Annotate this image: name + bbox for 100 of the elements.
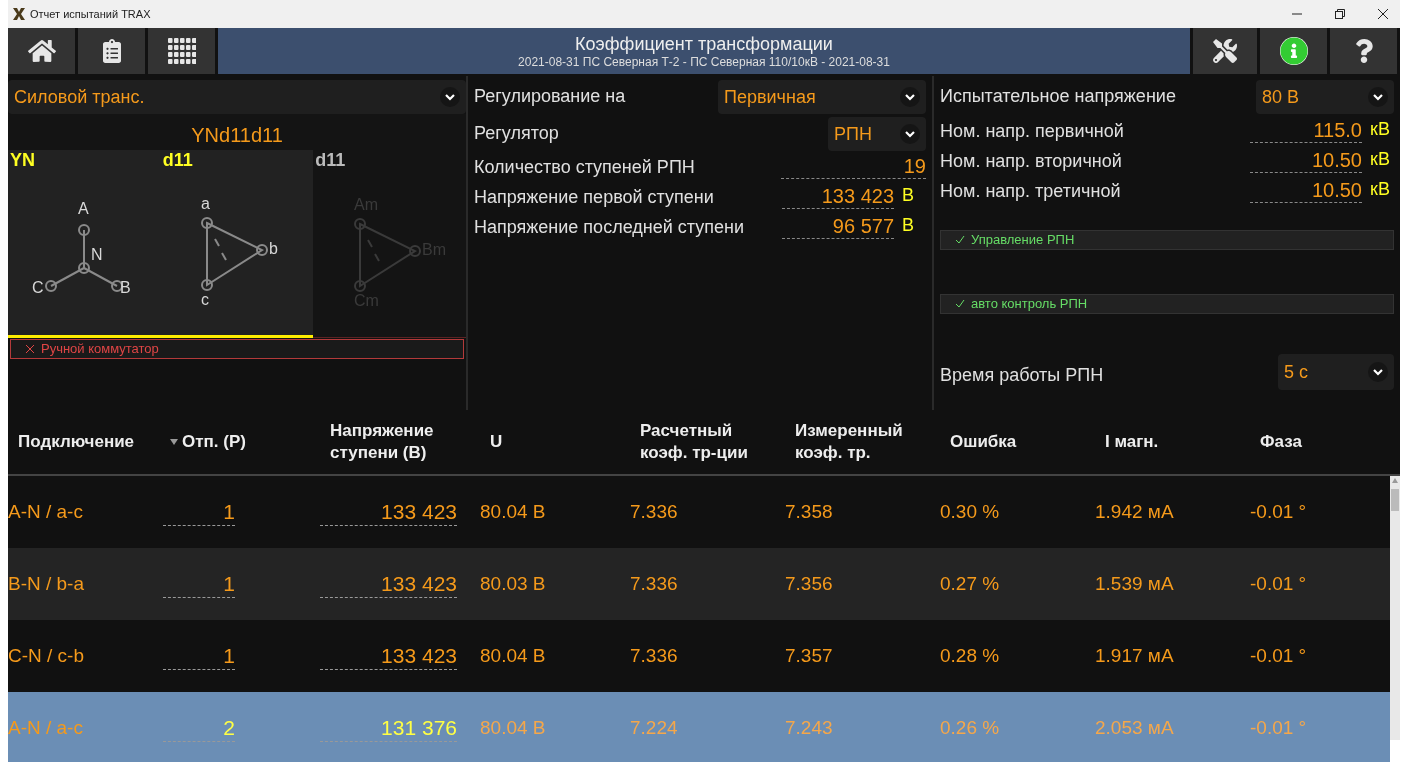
table-cell-text: 7.336: [630, 643, 678, 668]
scroll-up-icon: [1392, 478, 1398, 483]
winding-label: d11: [314, 150, 347, 170]
table-cell-text: 80.04 В: [480, 715, 546, 740]
field-label: Ном. напр. третичной: [940, 180, 1122, 203]
field-label: Регулятор: [474, 122, 560, 145]
home-icon: [27, 37, 56, 65]
table-cell-text: 0.30 %: [940, 499, 1000, 524]
table-cell-text: 0.28 %: [940, 643, 1000, 668]
unit-label: В: [901, 184, 915, 206]
apps-button[interactable]: [148, 28, 218, 74]
chevron-down-icon: [1368, 362, 1388, 382]
check-icon: [955, 299, 965, 309]
table-cell-text: C-N / c-b: [8, 643, 84, 668]
table-cell[interactable]: 133 423: [320, 570, 457, 598]
table-cell[interactable]: 1: [163, 642, 235, 670]
regulator-select[interactable]: РПН: [828, 117, 926, 151]
unit-label: В: [901, 214, 915, 236]
value-field[interactable]: 10.50: [1250, 148, 1362, 173]
column-header[interactable]: Подключение: [18, 431, 148, 453]
help-button[interactable]: [1330, 28, 1400, 74]
screen-title: Коэффициент трансформации: [575, 33, 833, 55]
table-cell-text: 7.243: [785, 715, 833, 740]
scrollbar-thumb[interactable]: [1391, 489, 1399, 511]
grid-icon: [167, 38, 196, 64]
unit-label: кВ: [1369, 148, 1391, 170]
table-row[interactable]: C-N / c-b 1 133 423 80.04 В 7.336 7.357 0.28 % 1.917 мА -0.01 °: [8, 620, 1390, 692]
column-header[interactable]: Фаза: [1260, 431, 1390, 453]
value-field[interactable]: 19: [781, 154, 926, 179]
test-voltage-select[interactable]: 80 В: [1256, 80, 1394, 114]
value-field[interactable]: 96 577: [782, 214, 894, 239]
chevron-down-icon: [440, 87, 460, 107]
report-button[interactable]: [78, 28, 148, 74]
table-cell-text: 0.27 %: [940, 571, 1000, 596]
table-cell-text: 80.03 В: [480, 571, 546, 596]
table-cell-text: 7.356: [785, 571, 833, 596]
cross-icon: [25, 344, 35, 354]
column-header[interactable]: Напряжение ступени (В): [330, 420, 460, 464]
table-cell-text: -0.01 °: [1250, 715, 1307, 740]
unit-label: кВ: [1369, 118, 1391, 140]
check-icon: [955, 235, 965, 245]
restore-icon[interactable]: [1335, 9, 1345, 19]
column-header[interactable]: U: [490, 431, 620, 453]
field-label: Напряжение первой ступени: [474, 186, 715, 209]
table-row[interactable]: A-N / a-c 1 133 423 80.04 В 7.336 7.358 0.30 % 1.942 мА -0.01 °: [8, 476, 1390, 548]
table-cell-text: A-N / a-c: [8, 499, 83, 524]
table-cell-text: -0.01 °: [1250, 499, 1307, 524]
tap-time-select[interactable]: 5 с: [1278, 354, 1394, 390]
column-header[interactable]: I магн.: [1105, 431, 1235, 453]
column-header[interactable]: Ошибка: [950, 431, 1080, 453]
table-cell-text: 1.539 мА: [1095, 571, 1174, 596]
table-cell[interactable]: 133 423: [320, 498, 457, 526]
terminal-label: c: [201, 290, 209, 308]
table-cell-text: A-N / a-c: [8, 715, 83, 740]
option-checkbox[interactable]: авто контроль РПН: [940, 294, 1394, 314]
close-icon[interactable]: [1378, 9, 1388, 19]
manual-switch-toggle[interactable]: Ручной коммутатор: [10, 339, 464, 359]
winding-label: d11: [161, 150, 194, 170]
table-cell-text: 1.942 мА: [1095, 499, 1174, 524]
field-label: Ном. напр. вторичной: [940, 150, 1123, 173]
field-label: Время работы РПН: [940, 364, 1105, 387]
app-logo-icon: [12, 7, 26, 21]
chevron-down-icon: [900, 124, 920, 144]
chevron-down-icon: [900, 87, 920, 107]
value-field[interactable]: 10.50: [1250, 178, 1362, 203]
option-checkbox[interactable]: Управление РПН: [940, 230, 1394, 250]
table-cell-text: 80.04 В: [480, 643, 546, 668]
column-header[interactable]: Измеренный коэф. тр.: [795, 420, 925, 464]
info-icon: [1279, 37, 1308, 65]
info-button[interactable]: [1260, 28, 1330, 74]
field-label: Испытательное напряжение: [940, 85, 1177, 108]
regulation-select[interactable]: Первичная: [718, 80, 926, 114]
table-cell-text: B-N / b-a: [8, 571, 85, 596]
value-field[interactable]: 133 423: [782, 184, 894, 209]
terminal-label: N: [91, 245, 103, 263]
table-cell[interactable]: 133 423: [320, 642, 457, 670]
settings-button[interactable]: [1190, 28, 1260, 74]
column-header[interactable]: Расчетный коэф. тр-ции: [640, 420, 770, 464]
table-cell-text: 0.26 %: [940, 715, 1000, 740]
table-cell[interactable]: 1: [163, 570, 235, 598]
table-cell-text: 7.224: [630, 715, 678, 740]
home-button[interactable]: [8, 28, 78, 74]
table-row[interactable]: B-N / b-a 1 133 423 80.03 В 7.336 7.356 0.27 % 1.539 мА -0.01 °: [8, 548, 1390, 620]
field-label: Ном. напр. первичной: [940, 120, 1125, 143]
chevron-down-icon: [1368, 87, 1388, 107]
value-field[interactable]: 115.0: [1250, 118, 1362, 143]
terminal-label: A: [78, 199, 89, 217]
table-cell-text: 7.336: [630, 499, 678, 524]
field-label: Количество ступеней РПН: [474, 156, 696, 179]
field-label: Напряжение последней ступени: [474, 216, 745, 239]
unit-label: кВ: [1369, 178, 1391, 200]
column-header[interactable]: Отп. (P): [182, 431, 312, 453]
table-cell[interactable]: 1: [163, 498, 235, 526]
terminal-label: C: [32, 278, 44, 296]
device-select[interactable]: Силовой транс.: [8, 80, 466, 114]
table-cell-text: 7.336: [630, 571, 678, 596]
terminal-label: b: [269, 239, 278, 257]
table-cell-text: -0.01 °: [1250, 571, 1307, 596]
scrollbar[interactable]: [1390, 476, 1400, 740]
table-cell-text: 7.358: [785, 499, 833, 524]
